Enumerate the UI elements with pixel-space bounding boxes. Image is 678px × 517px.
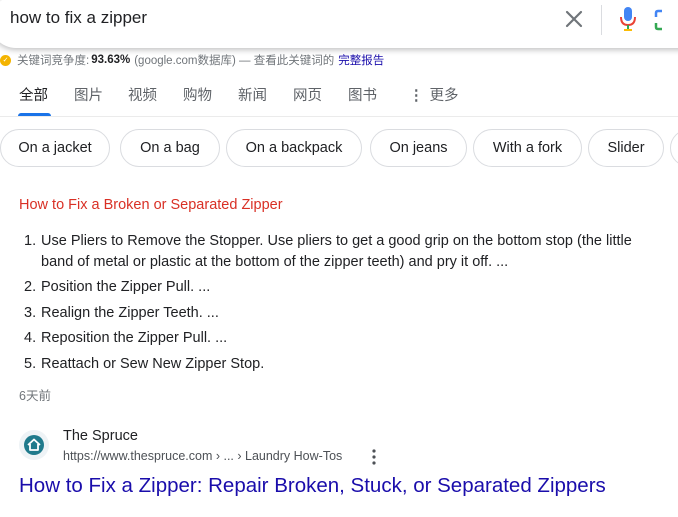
tab-news[interactable]: 新闻 bbox=[238, 84, 267, 105]
keyword-competition-bar: ✓ 关键词竞争度: 93.63% (google.com数据库) — 查看此关键… bbox=[0, 51, 384, 69]
step-text: Use Pliers to Remove the Stopper. Use pl… bbox=[41, 233, 632, 270]
house-icon bbox=[24, 435, 44, 455]
search-input[interactable]: how to fix a zipper bbox=[10, 8, 147, 28]
step-text: Position the Zipper Pull. ... bbox=[41, 279, 211, 295]
step-number: 5. bbox=[24, 356, 37, 372]
tab-all[interactable]: 全部 bbox=[19, 84, 48, 105]
chip-on-a-bag[interactable]: On a bag bbox=[120, 129, 220, 167]
search-tabs: 全部 图片 视频 购物 新闻 网页 图书 ⋮ 更多 bbox=[0, 80, 678, 117]
step-number: 1. bbox=[24, 233, 37, 249]
mic-icon[interactable] bbox=[617, 6, 639, 32]
keyword-source: (google.com数据库) — 查看此关键词的 bbox=[134, 55, 335, 67]
chip-on-a-backpack[interactable]: On a backpack bbox=[226, 129, 362, 167]
snippet-title[interactable]: How to Fix a Broken or Separated Zipper bbox=[19, 197, 283, 213]
chip-slider[interactable]: Slider bbox=[588, 129, 664, 167]
more-options-icon[interactable] bbox=[368, 448, 380, 466]
active-tab-indicator bbox=[18, 113, 51, 116]
search-divider bbox=[601, 5, 602, 35]
tab-shopping[interactable]: 购物 bbox=[183, 84, 212, 105]
step-number: 4. bbox=[24, 330, 37, 346]
site-favicon[interactable] bbox=[19, 430, 49, 460]
snippet-date: 6天前 bbox=[19, 389, 51, 403]
tab-web[interactable]: 网页 bbox=[293, 84, 322, 105]
keyword-label: 关键词竞争度: bbox=[17, 55, 90, 67]
tab-more[interactable]: ⋮ 更多 bbox=[409, 84, 459, 105]
chip-next-partial[interactable] bbox=[670, 129, 678, 167]
chip-with-a-fork[interactable]: With a fork bbox=[473, 129, 582, 167]
step-text: Realign the Zipper Teeth. ... bbox=[41, 305, 219, 321]
keyword-tool-icon: ✓ bbox=[0, 54, 11, 66]
search-bar[interactable]: how to fix a zipper bbox=[0, 0, 678, 48]
tab-more-label: 更多 bbox=[429, 88, 459, 104]
tab-videos[interactable]: 视频 bbox=[128, 84, 157, 105]
tab-books[interactable]: 图书 bbox=[348, 84, 377, 105]
result-title-link[interactable]: How to Fix a Zipper: Repair Broken, Stuc… bbox=[19, 474, 606, 498]
result-url[interactable]: https://www.thespruce.com › ... › Laundr… bbox=[63, 449, 342, 463]
close-icon[interactable] bbox=[564, 9, 584, 29]
tab-images[interactable]: 图片 bbox=[74, 84, 103, 105]
more-vert-icon: ⋮ bbox=[409, 88, 424, 104]
full-report-link[interactable]: 完整报告 bbox=[338, 52, 384, 68]
result-site-name[interactable]: The Spruce bbox=[63, 428, 138, 444]
step-number: 2. bbox=[24, 279, 37, 295]
step-text: Reattach or Sew New Zipper Stop. bbox=[41, 356, 265, 372]
chip-on-jeans[interactable]: On jeans bbox=[370, 129, 467, 167]
keyword-percent: 93.63% bbox=[91, 54, 131, 66]
chip-on-a-jacket[interactable]: On a jacket bbox=[0, 129, 110, 167]
step-text: Reposition the Zipper Pull. ... bbox=[41, 330, 228, 346]
lens-icon[interactable] bbox=[654, 8, 674, 32]
step-number: 3. bbox=[24, 305, 37, 321]
